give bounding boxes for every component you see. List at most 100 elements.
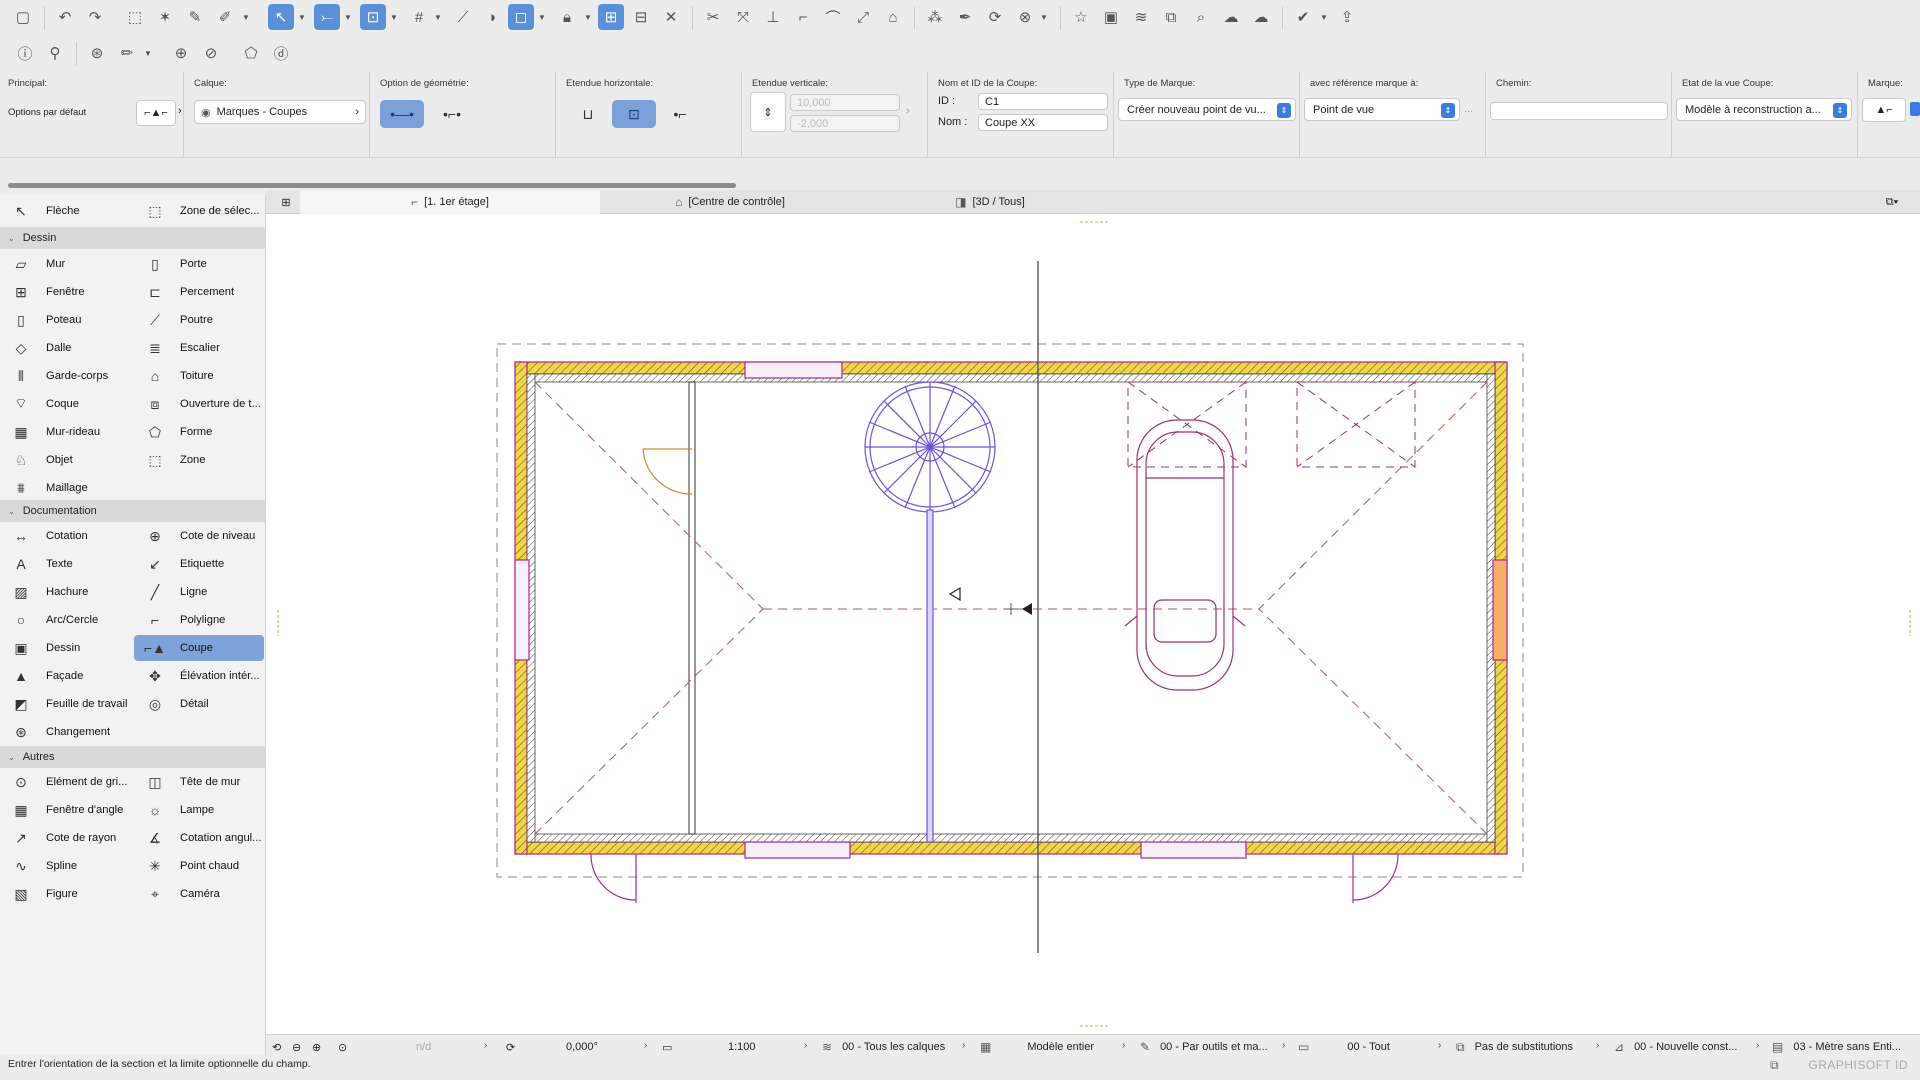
renovation-filter-icon[interactable]: ⊘ <box>198 40 224 66</box>
undo-icon[interactable]: ↶ <box>52 4 78 30</box>
tool-shell[interactable]: ⌔ Coque <box>0 391 132 417</box>
stack-icon[interactable]: ≋ <box>1128 4 1154 30</box>
book-icon[interactable]: ⧉ <box>1158 4 1184 30</box>
geometry-single-button[interactable]: •—• <box>380 100 424 128</box>
angle-value[interactable]: 0,000° <box>566 1035 598 1059</box>
layers-combo[interactable]: ≋ 00 - Tous les calques <box>822 1035 945 1059</box>
chevron-down-icon[interactable]: ▼ <box>390 13 398 22</box>
chevron-down-icon[interactable]: ▼ <box>434 13 442 22</box>
bimcloud-icon[interactable]: ☁ <box>1248 4 1274 30</box>
name-field[interactable]: Coupe XX <box>978 114 1108 131</box>
ruler-icon[interactable]: ⟋ <box>450 4 476 30</box>
cloud-icon[interactable]: ☁ <box>1218 4 1244 30</box>
hotlink-icon[interactable]: ⊗ <box>1012 4 1038 30</box>
tool-change[interactable]: ⊛ Changement <box>0 719 132 745</box>
gravity-icon[interactable]: ◗ <box>480 4 506 30</box>
range-infinite-button[interactable]: ⊔ <box>566 100 610 128</box>
info-icon[interactable]: ⓘ <box>12 40 38 66</box>
vertical-bottom-field[interactable]: -2,000 <box>790 115 900 132</box>
window-icon[interactable]: ⧉ <box>1770 1058 1779 1073</box>
chevron-right-icon[interactable]: › <box>1282 1040 1285 1051</box>
car-object[interactable] <box>1124 419 1246 691</box>
tool-curtain-wall[interactable]: ▦ Mur-rideau <box>0 419 132 445</box>
range-limited-button[interactable]: ⊡ <box>612 100 656 128</box>
undo-zoom-icon[interactable]: ⟲ <box>272 1035 281 1059</box>
renovation-icon[interactable]: ⊕ <box>168 40 194 66</box>
grid-snap-icon[interactable]: # <box>406 4 432 30</box>
save-icon[interactable]: ▢ <box>10 4 36 30</box>
pointer-snap-icon[interactable]: ↖ <box>268 4 294 30</box>
tab-floor-plan[interactable]: ⌐ [1. 1er étage] <box>300 190 600 214</box>
tool-hotspot[interactable]: ✳ Point chaud <box>134 853 264 879</box>
element-select-icon[interactable]: ⁂ <box>922 4 948 30</box>
tool-window[interactable]: ⊞ Fenêtre <box>0 279 132 305</box>
view-state-dropdown[interactable]: Modèle à reconstruction a... ⇕ <box>1676 98 1852 121</box>
tool-door[interactable]: ▯ Porte <box>134 251 264 277</box>
drawing-canvas[interactable] <box>266 214 1920 1044</box>
tool-detail[interactable]: ◎ Détail <box>134 691 264 717</box>
range-zero-button[interactable]: •⌐ <box>658 100 702 128</box>
tool-skylight[interactable]: ⧈ Ouverture de t... <box>134 391 264 417</box>
tool-column[interactable]: ▯ Poteau <box>0 307 132 333</box>
redo-icon[interactable]: ↷ <box>82 4 108 30</box>
tool-camera[interactable]: ⌖ Caméra <box>134 881 264 907</box>
guide-lines-icon[interactable]: ⤚ <box>314 4 340 30</box>
tool-opening[interactable]: ⊏ Percement <box>134 279 264 305</box>
trace-icon[interactable]: ⬚ <box>122 4 148 30</box>
tool-slab[interactable]: ◇ Dalle <box>0 335 132 361</box>
zoom-in-icon[interactable]: ⊕ <box>312 1035 321 1059</box>
publisher-icon[interactable]: ⬠ <box>238 40 264 66</box>
chevron-right-icon[interactable]: › <box>178 105 182 117</box>
substitutions-combo[interactable]: ⧉ Pas de substitutions <box>1456 1035 1573 1059</box>
syringe-icon[interactable]: ✐ <box>212 4 238 30</box>
section-dessin[interactable]: ⌄ Dessin <box>0 227 266 249</box>
fillet-icon[interactable]: ⌐ <box>790 4 816 30</box>
teamwork-icon[interactable]: ⊞ <box>598 4 624 30</box>
chevron-right-icon[interactable]: › <box>906 105 910 117</box>
chevron-down-icon[interactable]: ▼ <box>298 13 306 22</box>
tool-railing[interactable]: ⫴ Garde-corps <box>0 363 132 389</box>
measure-icon[interactable]: ⊟ <box>628 4 654 30</box>
chevron-right-icon[interactable]: › <box>962 1040 965 1051</box>
tool-morph[interactable]: ⬠ Forme <box>134 419 264 445</box>
pen-icon[interactable]: ✒ <box>952 4 978 30</box>
tool-grid-element[interactable]: ⊙ Elément de gri... <box>0 769 132 795</box>
tool-label-tool[interactable]: ↙ Etiquette <box>134 551 264 577</box>
section-autres[interactable]: ⌄ Autres <box>0 746 266 768</box>
zoom-value[interactable]: n/d <box>416 1035 431 1059</box>
vertical-range-icon[interactable]: ⇕ <box>750 92 786 132</box>
explode-icon[interactable]: ✕ <box>658 4 684 30</box>
chevron-down-icon[interactable]: ▼ <box>1040 13 1048 22</box>
rotate-view-icon[interactable]: ⟳ <box>506 1035 515 1059</box>
path-field[interactable] <box>1490 102 1668 120</box>
tool-roof[interactable]: ⌂ Toiture <box>134 363 264 389</box>
chevron-right-icon[interactable]: › <box>1122 1040 1125 1051</box>
pencil-tag-icon[interactable]: ✏ <box>114 40 140 66</box>
rotate-icon[interactable]: ⟳ <box>982 4 1008 30</box>
vertical-top-field[interactable]: 10,000 <box>790 94 900 111</box>
curve-icon[interactable]: ⌒ <box>820 4 846 30</box>
chevron-right-icon[interactable]: › <box>1596 1040 1599 1051</box>
tool-interior-elevation[interactable]: ✥ Élévation intér... <box>134 663 264 689</box>
chevron-down-icon[interactable]: ▼ <box>1320 13 1328 22</box>
search-icon[interactable]: ⌕ <box>1188 4 1214 30</box>
section-symbol-button[interactable]: ⌐▲⌐ <box>136 100 176 126</box>
tool-wall-end[interactable]: ◫ Tête de mur <box>134 769 264 795</box>
spiral-stair[interactable] <box>864 381 996 843</box>
section-documentation[interactable]: ⌄ Documentation <box>0 500 266 522</box>
teamwork-send-icon[interactable]: ⇪ <box>1334 4 1360 30</box>
tool-zone[interactable]: ⬚ Zone <box>134 447 264 473</box>
infobox-scrollbar[interactable] <box>8 183 736 188</box>
chevron-right-icon[interactable]: › <box>1438 1040 1441 1051</box>
tool-elevation[interactable]: ▲ Façade <box>0 663 132 689</box>
navigator-icon[interactable]: ⧉▾ <box>1870 190 1914 214</box>
fit-window-icon[interactable]: ⊙ <box>338 1035 347 1059</box>
brand-label[interactable]: GRAPHISOFT ID <box>1808 1058 1908 1072</box>
tool-drawing[interactable]: ▣ Dessin <box>0 635 132 661</box>
geometry-staggered-button[interactable]: •⌐• <box>430 100 474 128</box>
zoom-out-icon[interactable]: ⊖ <box>292 1035 301 1059</box>
layer-selector[interactable]: ◉ Marques - Coupes › <box>194 100 366 124</box>
id-field[interactable]: C1 <box>978 93 1108 110</box>
pens-combo[interactable]: ✎ 00 - Par outils et ma... <box>1140 1035 1268 1059</box>
reference-dropdown[interactable]: Point de vue ⇕ <box>1304 98 1460 121</box>
